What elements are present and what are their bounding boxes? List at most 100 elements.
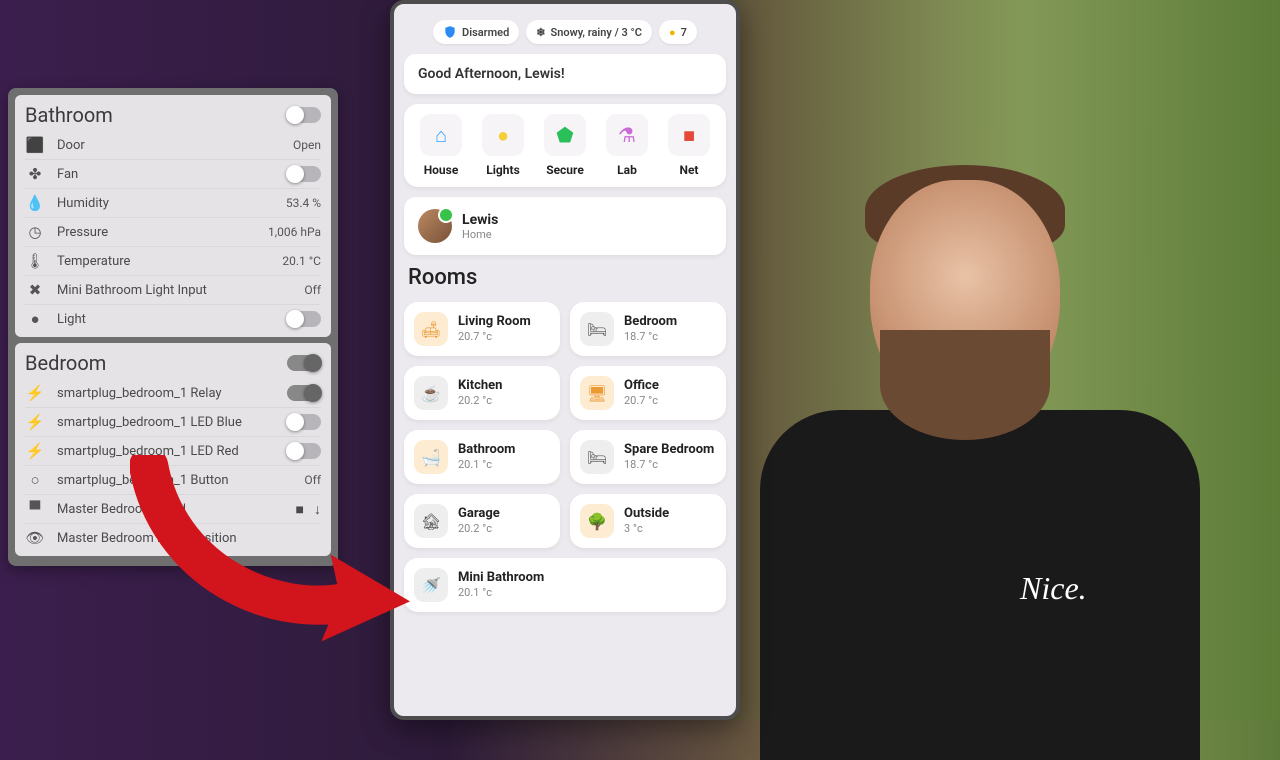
- entity-toggle[interactable]: [287, 166, 321, 182]
- bolt-icon: ⚡: [25, 442, 45, 460]
- tile-net[interactable]: ■ Net: [662, 114, 716, 177]
- room-card[interactable]: 🛁 Bathroom 20.1 °c: [404, 430, 560, 484]
- entity-row: ⚡ smartplug_bedroom_1 Relay: [25, 379, 321, 407]
- room-icon: 🛋: [414, 312, 448, 346]
- rooms-grid: 🛋 Living Room 20.7 °c🛏 Bedroom 18.7 °c☕ …: [404, 302, 726, 612]
- tile-label: Secure: [538, 163, 592, 177]
- person-card[interactable]: Lewis Home: [404, 197, 726, 255]
- new-dashboard-phone[interactable]: Disarmed ❄ Snowy, rainy / 3 °C ● 7 Good …: [390, 0, 740, 720]
- room-temp: 20.7 °c: [458, 330, 531, 343]
- greeting-card: Good Afternoon, Lewis!: [404, 54, 726, 94]
- tile-lights[interactable]: ● Lights: [476, 114, 530, 177]
- bathroom-title: Bathroom: [25, 103, 113, 127]
- bolt-icon: ⚡: [25, 384, 45, 402]
- thermometer-icon: 🌡: [25, 252, 45, 270]
- bolt-icon: ⚡: [25, 413, 45, 431]
- room-icon: 🛏: [580, 312, 614, 346]
- room-icon: 🛁: [414, 440, 448, 474]
- entity-row: ⬛DoorOpen: [25, 131, 321, 159]
- fan-icon: ✤: [25, 165, 45, 183]
- entity-label: Door: [57, 138, 281, 153]
- entity-label: Humidity: [57, 196, 274, 211]
- bathroom-master-toggle[interactable]: [287, 107, 321, 123]
- entity-label: Master Bedroom Blind Position: [57, 531, 321, 546]
- greeting-text: Good Afternoon, Lewis!: [418, 66, 712, 82]
- room-temp: 18.7 °c: [624, 330, 677, 343]
- entity-label: smartplug_bedroom_1 Relay: [57, 386, 275, 401]
- tile-lab[interactable]: ⚗ Lab: [600, 114, 654, 177]
- entity-toggle[interactable]: [287, 414, 321, 430]
- room-icon: 🛏: [580, 440, 614, 474]
- net-icon: ■: [668, 114, 710, 156]
- light-off-icon: ✖: [25, 281, 45, 299]
- room-card[interactable]: ☕ Kitchen 20.2 °c: [404, 366, 560, 420]
- person-name: Lewis: [462, 212, 498, 228]
- entity-label: smartplug_bedroom_1 Button: [57, 473, 292, 488]
- lights-icon: ●: [482, 114, 524, 156]
- entity-label: Fan: [57, 167, 275, 182]
- entity-row: 💧Humidity53.4 %: [25, 188, 321, 217]
- weather-pill[interactable]: ❄ Snowy, rainy / 3 °C: [526, 20, 652, 44]
- entity-row: ◷Pressure1,006 hPa: [25, 217, 321, 246]
- circle-icon: ○: [25, 471, 45, 489]
- quick-tiles-row: ⌂ House● Lights⬟ Secure⚗ Lab■ Net: [404, 104, 726, 187]
- humidity-icon: 💧: [25, 194, 45, 212]
- blind-stop-button[interactable]: ■: [296, 501, 304, 518]
- tile-house[interactable]: ⌂ House: [414, 114, 468, 177]
- pressure-icon: ◷: [25, 223, 45, 241]
- entity-row: ⚡ smartplug_bedroom_1 LED Blue: [25, 407, 321, 436]
- lights-count-pill[interactable]: ● 7: [659, 20, 697, 44]
- entity-label: Light: [57, 312, 275, 327]
- secure-icon: ⬟: [544, 114, 586, 156]
- room-card[interactable]: 🛏 Bedroom 18.7 °c: [570, 302, 726, 356]
- bathroom-card: Bathroom ⬛DoorOpen✤Fan💧Humidity53.4 %◷Pr…: [15, 95, 331, 337]
- room-temp: 20.7 °c: [624, 394, 659, 407]
- lab-icon: ⚗: [606, 114, 648, 156]
- bedroom-master-toggle[interactable]: [287, 355, 321, 371]
- room-card[interactable]: 🏚 Garage 20.2 °c: [404, 494, 560, 548]
- entity-label: smartplug_bedroom_1 LED Blue: [57, 415, 275, 430]
- room-name: Living Room: [458, 315, 531, 330]
- weather-text: Snowy, rainy / 3 °C: [550, 26, 642, 39]
- door-icon: ⬛: [25, 136, 45, 154]
- tile-secure[interactable]: ⬟ Secure: [538, 114, 592, 177]
- entity-value: Off: [304, 473, 321, 487]
- entity-toggle[interactable]: [287, 311, 321, 327]
- room-icon: ☕: [414, 376, 448, 410]
- entity-toggle[interactable]: [287, 385, 321, 401]
- blind-icon: ▀: [25, 500, 45, 518]
- lights-count-text: 7: [681, 26, 687, 39]
- entity-label: Master Bedroom Blind: [57, 502, 284, 517]
- blind-controls: ■↓: [296, 501, 321, 518]
- bedroom-card: Bedroom ⚡smartplug_bedroom_1 Relay⚡smart…: [15, 343, 331, 556]
- room-icon: 🌳: [580, 504, 614, 538]
- entity-toggle[interactable]: [287, 443, 321, 459]
- entity-row: ✤ Fan: [25, 159, 321, 188]
- rooms-heading: Rooms: [408, 265, 722, 290]
- bulb-icon: ●: [25, 310, 45, 328]
- alarm-status-pill[interactable]: Disarmed: [433, 20, 519, 44]
- room-temp: 20.2 °c: [458, 522, 500, 535]
- room-temp: 20.1 °c: [458, 586, 544, 599]
- room-card[interactable]: 🛏 Spare Bedroom 18.7 °c: [570, 430, 726, 484]
- blind-down-button[interactable]: ↓: [314, 501, 321, 518]
- room-card[interactable]: 🚿 Mini Bathroom 20.1 °c: [404, 558, 726, 612]
- legacy-dashboard-panel: Bathroom ⬛DoorOpen✤Fan💧Humidity53.4 %◷Pr…: [8, 88, 338, 566]
- room-temp: 18.7 °c: [624, 458, 714, 471]
- weather-icon: ❄: [536, 26, 545, 39]
- room-card[interactable]: 🖥 Office 20.7 °c: [570, 366, 726, 420]
- room-name: Bedroom: [624, 315, 677, 330]
- room-icon: 🚿: [414, 568, 448, 602]
- room-card[interactable]: 🌳 Outside 3 °c: [570, 494, 726, 548]
- house-icon: ⌂: [420, 114, 462, 156]
- room-name: Kitchen: [458, 379, 502, 394]
- room-temp: 3 °c: [624, 522, 669, 535]
- room-name: Outside: [624, 507, 669, 522]
- tile-label: Net: [662, 163, 716, 177]
- entity-label: Mini Bathroom Light Input: [57, 283, 292, 298]
- entity-row: ⚡smartplug_bedroom_1 LED Red: [25, 436, 321, 465]
- tile-label: Lab: [600, 163, 654, 177]
- entity-row: ○ smartplug_bedroom_1 Button Off: [25, 465, 321, 494]
- entity-row: ▀Master Bedroom Blind■↓: [25, 494, 321, 523]
- room-card[interactable]: 🛋 Living Room 20.7 °c: [404, 302, 560, 356]
